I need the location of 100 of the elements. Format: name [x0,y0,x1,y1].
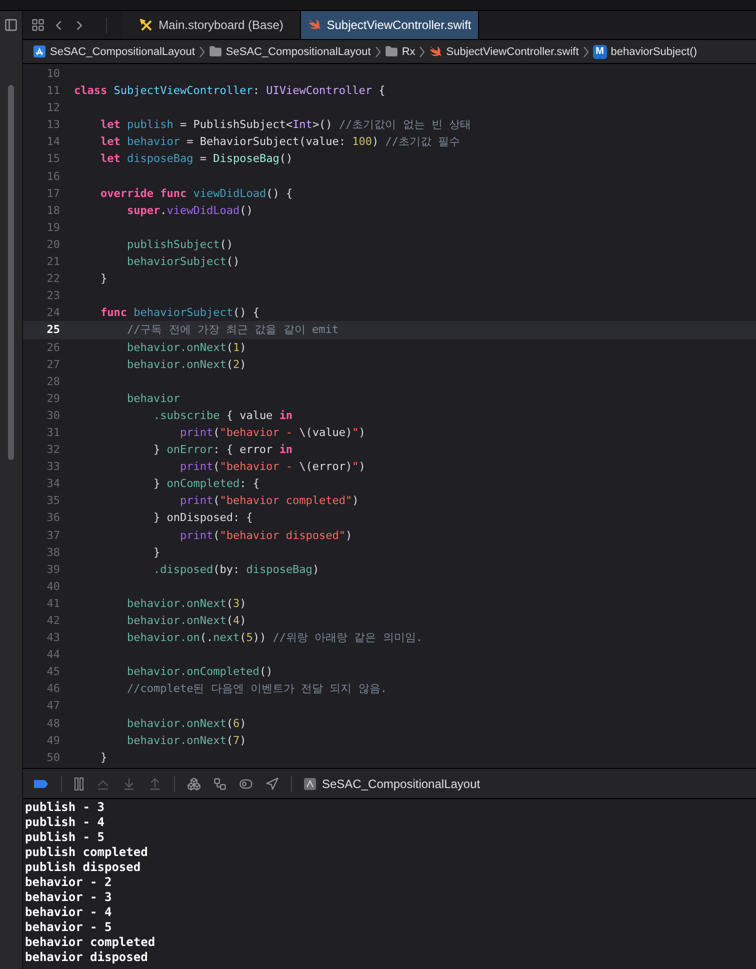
code-line: publishSubject() [126,236,233,253]
editor-tab[interactable]: SubjectViewController.swift [301,11,479,39]
console-output-line: publish - 5 [25,830,106,845]
line-number: 38 [46,544,61,561]
code-line: func behaviorSubject() { [99,305,260,322]
code-line: override func viewDidLoad() { [99,186,293,202]
code-line: behaviorSubject() [126,254,240,270]
line-number: 32 [46,442,61,458]
swift-icon [429,46,442,58]
tools-icon [140,18,153,32]
code-line: let behavior = BehaviorSubject(value: 100) //초기값 필수 [99,134,460,150]
code-line: class SubjectViewController: UIViewController { [74,83,386,100]
line-number: 31 [46,424,61,441]
pause-icon[interactable] [74,776,84,790]
code-line: .subscribe { value in [152,408,293,424]
line-number: 11 [46,83,61,100]
code-line: //complete된 다음엔 이벤트가 전달 되지 않음. [126,681,387,698]
console-output-line: behavior - 2 [25,875,113,890]
line-number: 41 [46,596,61,612]
line-number: 47 [46,698,61,714]
line-number: 29 [46,390,61,407]
code-line: behavior.onNext(6) [126,716,246,732]
line-number: 12 [46,100,61,116]
line-number: 22 [46,271,61,288]
scrollbar[interactable] [8,85,14,460]
console-output-line: publish - 3 [25,800,106,815]
breadcrumb-item[interactable]: SeSAC_CompositionalLayout [50,46,195,58]
breakpoint-icon[interactable] [33,778,49,788]
line-number: 23 [46,288,61,304]
code-line: print("behavior - \(value)") [178,424,366,441]
code-line: } [99,271,108,288]
line-number: 48 [46,716,61,732]
chevron-icon [419,46,426,58]
code-line: print("behavior - \(error)") [178,459,366,476]
console-output-line: publish disposed [25,860,142,875]
breadcrumb-item[interactable]: behaviorSubject() [610,46,697,58]
line-number: 16 [46,168,61,185]
code-line: behavior.onNext(7) [126,732,246,749]
code-line: behavior.onNext(4) [126,613,246,629]
code-line: print("behavior disposed") [178,528,352,544]
code-line: behavior.onNext(1) [126,340,246,356]
line-number: 35 [46,493,61,510]
method-badge: M [592,44,607,58]
console-output-line: behavior - 5 [25,920,113,935]
line-number: 50 [46,750,61,766]
breadcrumb-item[interactable]: SeSAC_CompositionalLayout [226,46,371,58]
app-icon [304,778,316,790]
chevron-icon [374,46,381,58]
line-number: 21 [46,254,61,270]
chevron-icon [198,46,205,58]
console-output-line: behavior - 4 [25,905,113,920]
breadcrumb-item[interactable]: SubjectViewController.swift [446,46,579,58]
project-icon [33,45,46,58]
line-number: 26 [46,340,61,356]
code-line: .disposed(by: disposeBag) [152,562,320,578]
breadcrumb-item[interactable]: Rx [402,46,416,58]
console-output-line: behavior - 3 [25,890,113,905]
scheme-name[interactable]: SeSAC_CompositionalLayout [322,776,480,790]
code-line: } onCompleted: { [152,476,260,492]
line-number: 24 [46,305,61,322]
line-number: 15 [46,151,61,168]
line-number: 33 [46,459,61,476]
sidebar-icon[interactable] [4,18,18,32]
line-number: 40 [46,578,61,595]
line-number: 30 [46,408,61,424]
line-number: 34 [46,476,61,492]
code-line: } [152,544,160,561]
line-number: 37 [46,528,61,544]
swift-icon [308,19,321,31]
toggle-icon[interactable] [239,776,253,790]
console-output-line: behavior disposed [25,950,149,965]
line-number: 39 [46,562,61,578]
line-number: 28 [46,374,61,390]
line-number: 36 [46,510,61,526]
line-number: 42 [46,613,61,629]
graph-icon[interactable] [213,776,227,790]
line-number: 20 [46,236,61,253]
code-line: } onError: { error in [152,442,293,458]
line-number: 18 [46,202,61,219]
console-output-line: publish - 4 [25,815,106,830]
line-number: 25 [46,322,61,338]
line-number: 14 [46,134,61,150]
grid-icon[interactable] [31,18,45,32]
location-icon[interactable] [265,776,279,790]
layers-icon[interactable] [187,776,201,790]
code-line: } [99,750,108,766]
console-output-line: publish completed [25,845,149,860]
line-number: 46 [46,681,61,698]
line-number: 17 [46,186,61,202]
line-number: 10 [46,66,61,82]
line-number: 27 [46,356,61,373]
code-line: behavior.onNext(2) [126,356,246,373]
chevron-icon [582,46,589,58]
line-number: 43 [46,630,61,646]
code-line: //구독 전에 가장 최근 값을 같이 emit [126,322,338,338]
line-number: 13 [46,117,61,134]
code-line: let disposeBag = DisposeBag() [99,151,293,168]
folder-icon [384,45,398,58]
code-line: behavior.onCompleted() [126,664,273,680]
folder-icon [208,45,222,58]
